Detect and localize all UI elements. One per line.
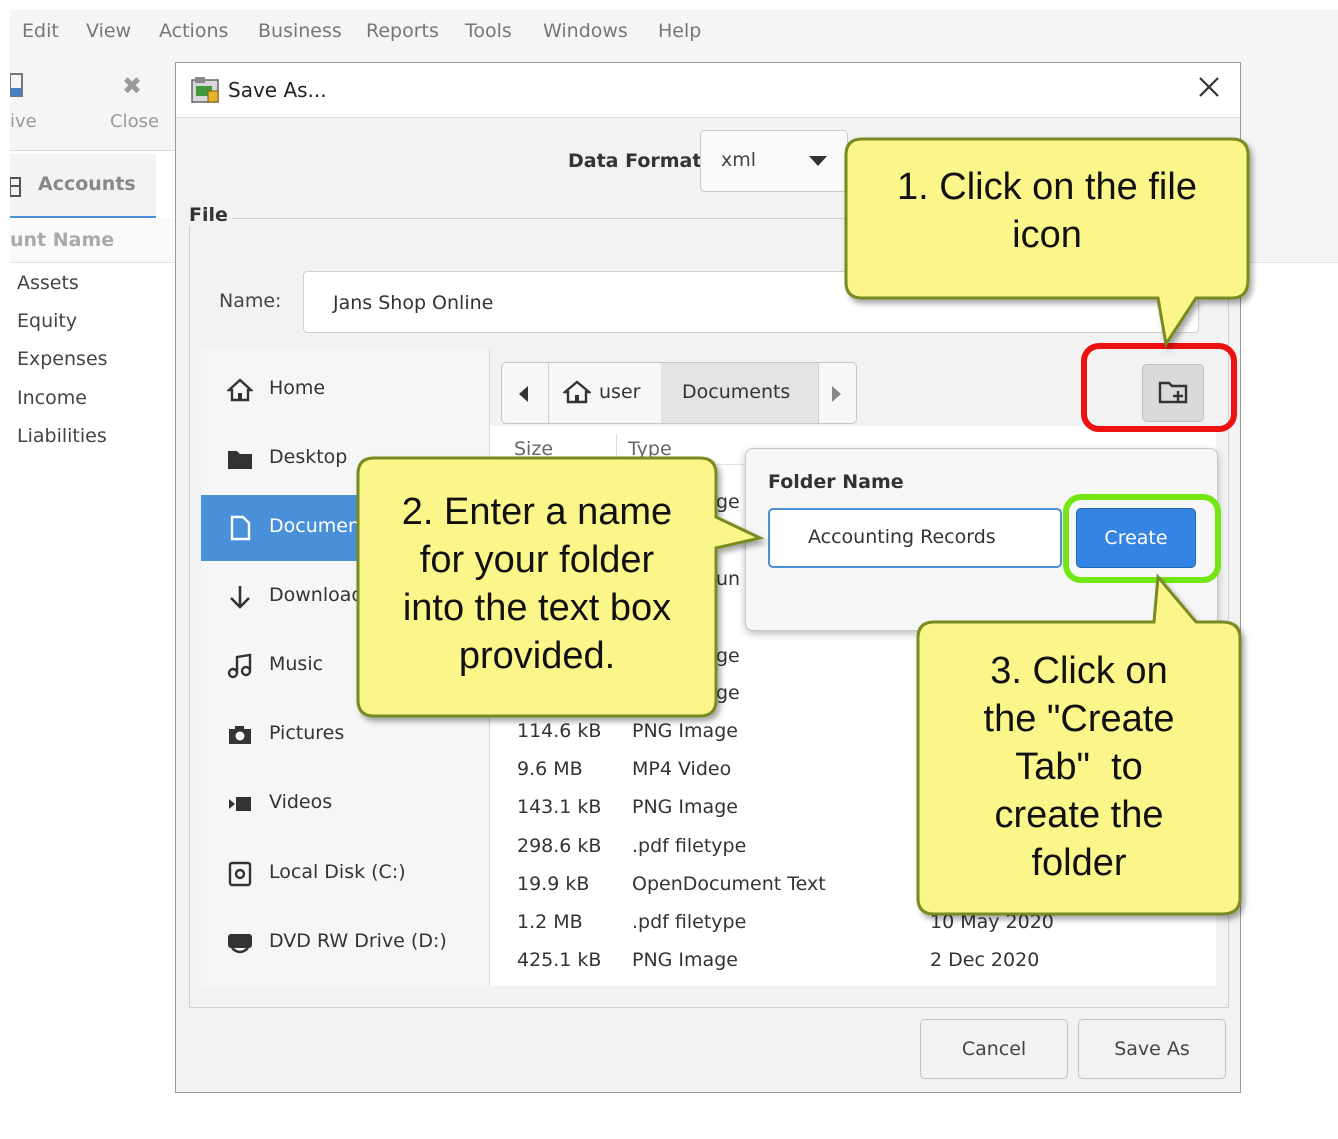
callout-step1-text: 1. Click on the file icon [846, 163, 1248, 259]
callout-line: into the text box [402, 587, 672, 629]
callout-line: folder [1031, 842, 1127, 884]
callout-line: 3. Click on [990, 650, 1168, 692]
callout-line: for your folder [419, 539, 655, 581]
callout-line: provided. [458, 635, 616, 677]
callout-line: create the [994, 794, 1164, 836]
callout-line: Tab" to [1015, 746, 1143, 788]
callout-line: 2. Enter a name [401, 491, 673, 533]
callout-step3-text: 3. Click on the "Create Tab" to create t… [918, 647, 1240, 887]
callout-line: the "Create [983, 698, 1175, 740]
callout-line: icon [1012, 214, 1082, 256]
callout-step2-text: 2. Enter a name for your folder into the… [358, 488, 716, 680]
callout-line: 1. Click on the file [897, 166, 1197, 208]
